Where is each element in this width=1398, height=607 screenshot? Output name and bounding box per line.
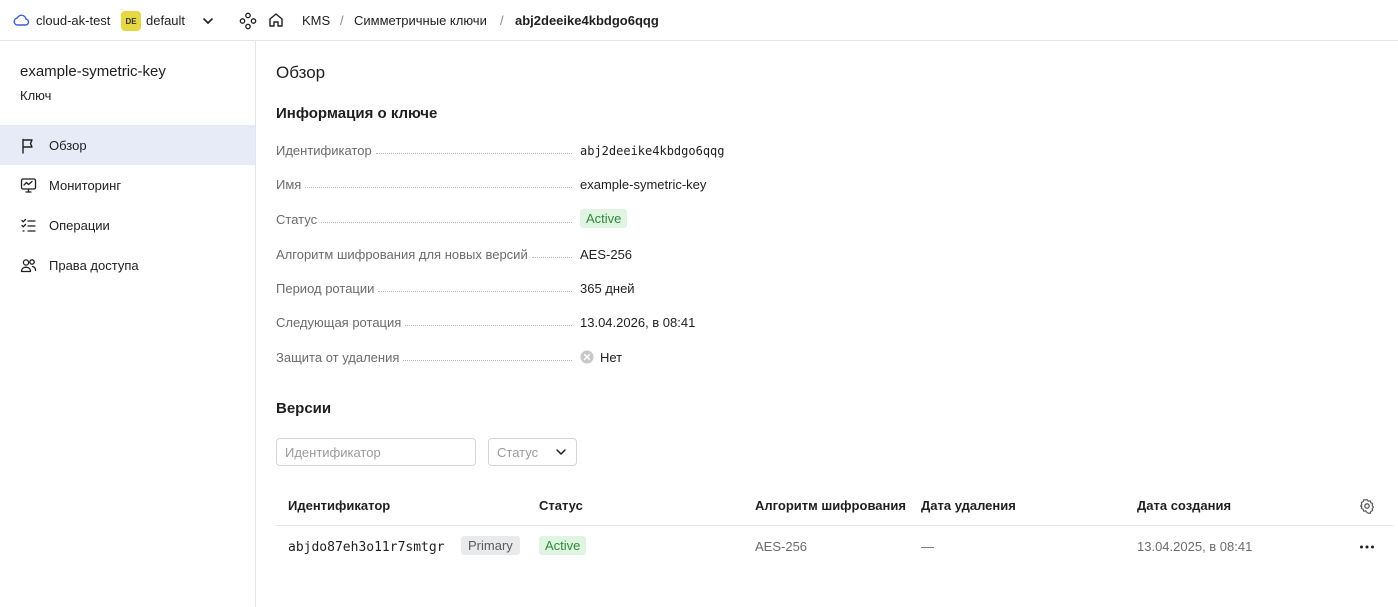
algorithm-cell: AES-256 bbox=[755, 539, 808, 554]
persons-icon bbox=[20, 258, 37, 272]
column-header-creation-date: Дата создания bbox=[1137, 498, 1232, 513]
dotted-leader bbox=[405, 325, 572, 326]
key-info-section-title: Информация о ключе bbox=[276, 105, 438, 122]
services-icon[interactable] bbox=[239, 12, 257, 30]
version-id-cell: abjdo87eh3o11r7smtgr bbox=[288, 540, 445, 555]
gear-icon[interactable] bbox=[1359, 498, 1375, 514]
deletion-date-cell: — bbox=[921, 539, 934, 554]
property-status: Статус Active bbox=[276, 209, 976, 232]
key-id-value: abj2deeike4kbdgo6qqg bbox=[580, 144, 725, 158]
next-rotation-value: 13.04.2026, в 08:41 bbox=[580, 315, 696, 330]
key-name-value: example-symetric-key bbox=[580, 177, 707, 192]
cloud-selector[interactable]: cloud-ak-test bbox=[12, 11, 110, 29]
folder-name[interactable]: default bbox=[146, 13, 185, 28]
status-badge: Active bbox=[539, 536, 587, 555]
algorithm-value: AES-256 bbox=[580, 247, 633, 262]
sidebar-item-label: Права доступа bbox=[49, 257, 139, 273]
version-id-filter-input[interactable] bbox=[276, 438, 476, 466]
sidebar-item-monitoring[interactable]: Мониторинг bbox=[0, 165, 255, 205]
property-label: Алгоритм шифрования для новых версий bbox=[276, 247, 528, 262]
property-label: Имя bbox=[276, 177, 302, 192]
column-header-status: Статус bbox=[539, 498, 583, 513]
property-label: Следующая ротация bbox=[276, 315, 402, 330]
property-name: Имя example-symetric-key bbox=[276, 177, 976, 197]
column-header-algorithm: Алгоритм шифрования bbox=[755, 498, 906, 513]
breadcrumb-current-key: abj2deeike4kbdgo6qqg bbox=[515, 13, 659, 28]
dotted-leader bbox=[531, 257, 572, 258]
top-bar: cloud-ak-test DE default KMS / Симметрич… bbox=[0, 0, 1398, 41]
sidebar-item-overview[interactable]: Обзор bbox=[0, 125, 255, 165]
breadcrumb-symmetric-keys[interactable]: Симметричные ключи bbox=[354, 13, 487, 28]
breadcrumb-separator: / bbox=[500, 13, 504, 28]
monitor-icon bbox=[20, 177, 37, 193]
circle-x-icon bbox=[580, 350, 594, 364]
chevron-down-icon[interactable] bbox=[200, 13, 216, 29]
cloud-name: cloud-ak-test bbox=[36, 12, 111, 28]
status-badge: Active bbox=[580, 209, 628, 228]
dotted-leader bbox=[378, 291, 572, 292]
property-algorithm: Алгоритм шифрования для новых версий AES… bbox=[276, 247, 976, 267]
resource-title: example-symetric-key bbox=[20, 63, 166, 80]
sidebar-item-operations[interactable]: Операции bbox=[0, 205, 255, 245]
breadcrumb-separator: / bbox=[340, 13, 344, 28]
dotted-leader bbox=[403, 360, 572, 361]
status-filter-select[interactable]: Статус bbox=[488, 438, 577, 466]
folder-avatar: DE bbox=[121, 11, 141, 31]
more-actions-icon[interactable] bbox=[1358, 539, 1376, 555]
cloud-icon bbox=[13, 14, 30, 26]
property-rotation-period: Период ротации 365 дней bbox=[276, 281, 976, 301]
page-title: Обзор bbox=[276, 63, 326, 82]
dotted-leader bbox=[375, 153, 572, 154]
rotation-period-value: 365 дней bbox=[580, 281, 635, 296]
property-deletion-protection: Защита от удаления Нет bbox=[276, 350, 976, 370]
chevron-down-icon bbox=[556, 449, 566, 455]
property-label: Статус bbox=[276, 212, 318, 227]
property-label: Защита от удаления bbox=[276, 350, 400, 365]
column-header-deletion-date: Дата удаления bbox=[921, 498, 1016, 513]
sidebar-item-label: Обзор bbox=[49, 137, 87, 153]
property-id: Идентификатор abj2deeike4kbdgo6qqg bbox=[276, 143, 976, 163]
dotted-leader bbox=[305, 187, 572, 188]
property-label: Период ротации bbox=[276, 281, 375, 296]
breadcrumb-kms[interactable]: KMS bbox=[302, 13, 330, 28]
versions-section-title: Версии bbox=[276, 400, 332, 417]
list-check-icon bbox=[21, 218, 36, 232]
resource-type: Ключ bbox=[20, 88, 52, 103]
table-divider bbox=[276, 525, 1393, 526]
column-header-id: Идентификатор bbox=[288, 498, 391, 513]
property-label: Идентификатор bbox=[276, 143, 372, 158]
home-icon[interactable] bbox=[267, 11, 285, 29]
sidebar-item-access-rights[interactable]: Права доступа bbox=[0, 245, 255, 285]
sidebar-item-label: Мониторинг bbox=[49, 177, 122, 193]
creation-date-cell: 13.04.2025, в 08:41 bbox=[1137, 539, 1253, 554]
sidebar: example-symetric-key Ключ Обзор Монитори… bbox=[0, 41, 256, 607]
dotted-leader bbox=[321, 222, 572, 223]
status-filter-placeholder: Статус bbox=[497, 444, 539, 460]
deletion-protection-value: Нет bbox=[600, 350, 623, 365]
primary-badge: Primary bbox=[461, 536, 520, 555]
flag-icon bbox=[22, 138, 33, 154]
sidebar-item-label: Операции bbox=[49, 217, 110, 233]
property-next-rotation: Следующая ротация 13.04.2026, в 08:41 bbox=[276, 315, 976, 335]
